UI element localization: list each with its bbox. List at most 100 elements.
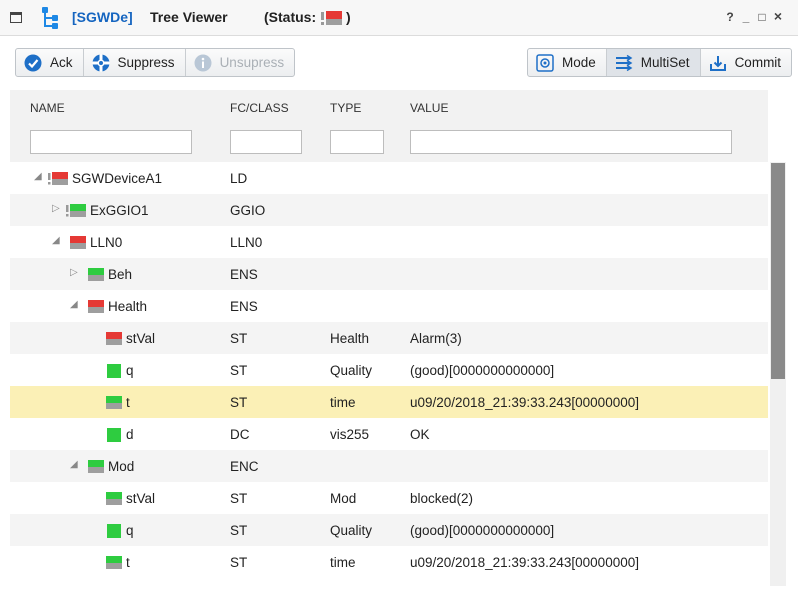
green-square-icon xyxy=(107,364,121,378)
expand-arrow-icon[interactable]: ▷ xyxy=(52,203,60,214)
tree-grid: ◢ SGWDeviceA1 LD ▷ ExGGIO1 GGIO ◢ LLN0 L… xyxy=(10,162,768,586)
column-header-value[interactable]: VALUE xyxy=(410,101,448,115)
fc-filter-input[interactable] xyxy=(230,130,302,154)
unsuppress-label: Unsupress xyxy=(219,55,285,70)
column-header-type[interactable]: TYPE xyxy=(330,101,361,115)
row-value: u09/20/2018_21:39:33.243[00000000] xyxy=(410,395,639,410)
collapse-arrow-icon[interactable]: ◢ xyxy=(52,235,60,246)
row-fc: DC xyxy=(230,427,250,442)
green-alarm-node-icon xyxy=(66,204,86,217)
close-icon[interactable]: × xyxy=(772,8,784,24)
row-name: ExGGIO1 xyxy=(90,203,149,218)
title-bar: [SGWDe] Tree Viewer (Status: ) ? _ □ × xyxy=(0,0,798,36)
row-value: (good)[0000000000000] xyxy=(410,523,555,538)
green-node-icon xyxy=(106,556,122,569)
row-fc: ST xyxy=(230,491,248,506)
collapse-arrow-icon[interactable]: ◢ xyxy=(70,299,78,310)
table-row-selected[interactable]: t ST time u09/20/2018_21:39:33.243[00000… xyxy=(10,386,768,418)
ack-button[interactable]: Ack xyxy=(16,49,84,76)
row-fc: ENS xyxy=(230,299,258,314)
red-alarm-node-icon xyxy=(48,172,68,185)
table-row[interactable]: q ST Quality (good)[0000000000000] xyxy=(10,354,768,386)
grid-header: NAME FC/CLASS TYPE VALUE xyxy=(10,90,768,162)
red-node-icon xyxy=(106,332,122,345)
multiset-icon xyxy=(615,54,633,71)
type-filter-input[interactable] xyxy=(330,130,384,154)
table-row[interactable]: d DC vis255 OK xyxy=(10,418,768,450)
help-icon[interactable]: ? xyxy=(724,10,736,24)
row-name: d xyxy=(126,427,134,442)
green-node-icon xyxy=(106,396,122,409)
value-filter-input[interactable] xyxy=(410,130,732,154)
row-fc: GGIO xyxy=(230,203,266,218)
column-header-name[interactable]: NAME xyxy=(30,101,65,115)
row-value: u09/20/2018_21:39:33.243[00000000] xyxy=(410,555,639,570)
mode-icon xyxy=(536,53,554,72)
row-name: q xyxy=(126,523,134,538)
row-fc: ST xyxy=(230,331,248,346)
table-row[interactable]: ▷ ExGGIO1 GGIO xyxy=(10,194,768,226)
multiset-label: MultiSet xyxy=(640,55,690,70)
mode-toolbar: Mode MultiSet Commit xyxy=(527,48,793,77)
ack-label: Ack xyxy=(50,55,73,70)
column-header-fc[interactable]: FC/CLASS xyxy=(230,101,289,115)
row-type: vis255 xyxy=(330,427,370,442)
mode-button[interactable]: Mode xyxy=(528,49,607,76)
commit-button[interactable]: Commit xyxy=(701,49,792,76)
expand-arrow-icon[interactable]: ▷ xyxy=(70,267,78,278)
table-row[interactable]: stVal ST Health Alarm(3) xyxy=(10,322,768,354)
table-row[interactable]: ◢ LLN0 LLN0 xyxy=(10,226,768,258)
multiset-button[interactable]: MultiSet xyxy=(606,49,701,76)
row-value: (good)[0000000000000] xyxy=(410,363,555,378)
row-value: OK xyxy=(410,427,430,442)
table-row[interactable]: ◢ SGWDeviceA1 LD xyxy=(10,162,768,194)
unsuppress-button[interactable]: Unsupress xyxy=(186,49,295,76)
row-type: Health xyxy=(330,331,370,346)
row-fc: ENS xyxy=(230,267,258,282)
table-row[interactable]: stVal ST Mod blocked(2) xyxy=(10,482,768,514)
row-name: Mod xyxy=(108,459,135,474)
app-tag: [SGWDe] xyxy=(72,9,133,25)
row-type: Quality xyxy=(330,523,373,538)
suppress-button[interactable]: Suppress xyxy=(84,49,186,76)
status-label: (Status: xyxy=(264,9,317,25)
table-row[interactable]: ▷ Beh ENS xyxy=(10,258,768,290)
row-value: Alarm(3) xyxy=(410,331,462,346)
info-icon xyxy=(194,54,212,71)
name-filter-input[interactable] xyxy=(30,130,192,154)
alarm-toolbar: Ack Suppress Unsupress xyxy=(15,48,296,77)
row-name: LLN0 xyxy=(90,235,123,250)
status-close: ) xyxy=(346,9,351,25)
tree-logo-icon xyxy=(42,7,58,29)
window-menu-icon[interactable] xyxy=(10,12,22,23)
row-fc: ST xyxy=(230,555,248,570)
row-name: t xyxy=(126,555,130,570)
row-value: blocked(2) xyxy=(410,491,474,506)
row-name: stVal xyxy=(126,331,156,346)
table-row[interactable]: q ST Quality (good)[0000000000000] xyxy=(10,514,768,546)
mode-label: Mode xyxy=(562,55,596,70)
table-row[interactable]: t ST time u09/20/2018_21:39:33.243[00000… xyxy=(10,546,768,578)
row-type: Mod xyxy=(330,491,357,506)
row-fc: ENC xyxy=(230,459,259,474)
scrollbar-thumb[interactable] xyxy=(771,163,785,379)
collapse-arrow-icon[interactable]: ◢ xyxy=(70,459,78,470)
commit-label: Commit xyxy=(734,55,782,70)
green-square-icon xyxy=(107,524,121,538)
row-name: stVal xyxy=(126,491,156,506)
collapse-arrow-icon[interactable]: ◢ xyxy=(34,171,42,182)
commit-icon xyxy=(709,55,726,71)
lifebuoy-icon xyxy=(92,54,110,71)
maximize-icon[interactable]: □ xyxy=(756,10,768,24)
row-type: time xyxy=(330,395,356,410)
row-name: SGWDeviceA1 xyxy=(72,171,163,186)
row-fc: ST xyxy=(230,363,248,378)
minimize-icon[interactable]: _ xyxy=(740,10,752,24)
status-alarm-icon xyxy=(321,11,342,25)
green-node-icon xyxy=(88,460,104,473)
table-row[interactable]: ◢ Mod ENC xyxy=(10,450,768,482)
table-row[interactable]: ◢ Health ENS xyxy=(10,290,768,322)
row-type: Quality xyxy=(330,363,373,378)
row-name: t xyxy=(126,395,130,410)
row-fc: LLN0 xyxy=(230,235,263,250)
